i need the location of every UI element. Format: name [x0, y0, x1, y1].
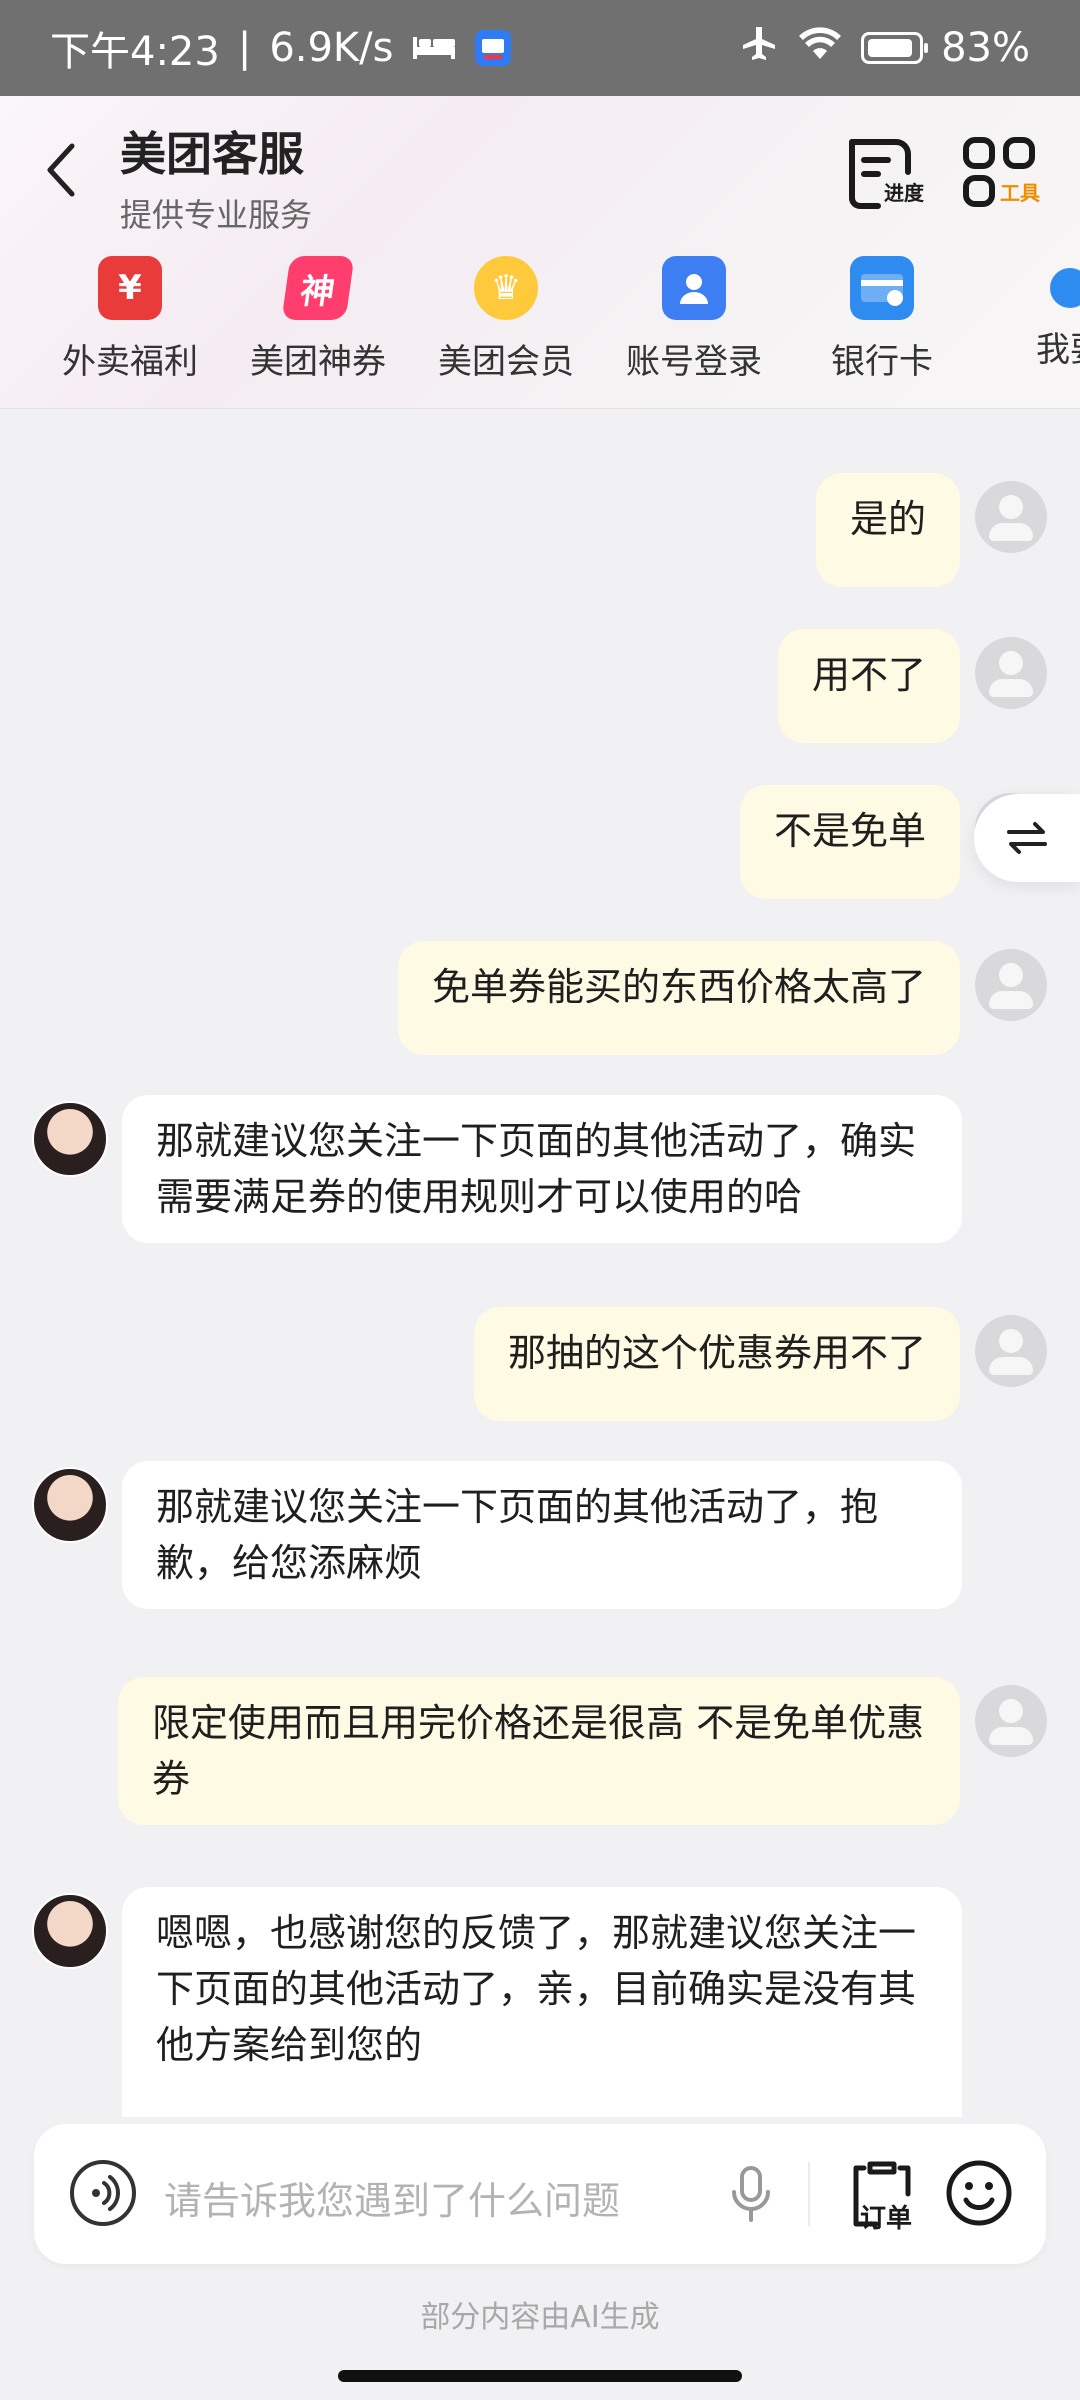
- message-text: 限定使用而且用完价格还是很高 不是免单优惠券: [152, 1701, 925, 1801]
- airplane-icon: [739, 23, 779, 73]
- header-titles: 美团客服 提供专业服务: [120, 118, 312, 236]
- user-message[interactable]: 是的: [815, 473, 960, 587]
- chat-messages: 是的 用不了 不是免单 免单券能买的东西价格太高了 那就建议您关注一下页面的其他…: [0, 409, 1080, 2117]
- home-indicator[interactable]: [338, 2370, 742, 2382]
- user-avatar: [975, 949, 1047, 1021]
- order-label: 订单: [860, 2204, 913, 2234]
- message-input[interactable]: 请告诉我您遇到了什么问题: [164, 2170, 620, 2225]
- quick-item-more[interactable]: 我要: [1000, 256, 1080, 383]
- tools-label: 工具: [1000, 181, 1040, 205]
- header-tools: 进度 工具: [844, 134, 1040, 214]
- quick-item-account-login[interactable]: 账号登录: [624, 256, 764, 383]
- microphone-button[interactable]: [726, 2162, 776, 2226]
- microphone-icon: [732, 2166, 770, 2222]
- status-left: 下午4:23 | 6.9K/s: [50, 19, 512, 77]
- quick-item-label: 美团神券: [250, 342, 386, 382]
- status-time: 下午4:23: [50, 29, 220, 75]
- agent-message[interactable]: 那就建议您关注一下页面的其他活动了，抱歉，给您添麻烦: [122, 1461, 962, 1609]
- tools-button[interactable]: 工具: [960, 134, 1040, 214]
- voice-mode-button[interactable]: [70, 2160, 136, 2226]
- agent-avatar: [32, 1893, 108, 1969]
- user-message[interactable]: 不是免单: [739, 785, 960, 899]
- user-message[interactable]: 那抽的这个优惠券用不了: [473, 1307, 960, 1421]
- emoji-button[interactable]: [944, 2158, 1014, 2228]
- page-title: 美团客服: [120, 127, 304, 181]
- quick-item-label: 银行卡: [831, 342, 933, 382]
- quick-item-bank-card[interactable]: 银行卡: [812, 256, 952, 383]
- message-text: 那就建议您关注一下页面的其他活动了，确实需要满足券的使用规则才可以使用的哈: [156, 1119, 917, 1219]
- page-subtitle: 提供专业服务: [120, 196, 313, 234]
- bank-card-icon: [850, 256, 914, 320]
- user-message[interactable]: 限定使用而且用完价格还是很高 不是免单优惠券: [118, 1677, 960, 1825]
- message-input-bar: 请告诉我您遇到了什么问题 订单: [34, 2124, 1046, 2264]
- message-text: 不是免单: [773, 809, 926, 853]
- message-text: 是的: [849, 497, 926, 541]
- status-bar: 下午4:23 | 6.9K/s 83%: [0, 0, 1080, 96]
- user-avatar: [975, 1685, 1047, 1757]
- message-text: 免单券能买的东西价格太高了: [431, 965, 926, 1009]
- battery-percent: 83%: [941, 25, 1030, 71]
- status-right: 83%: [739, 23, 1030, 73]
- quick-item-label: 美团会员: [438, 342, 574, 382]
- progress-label: 进度: [884, 181, 924, 205]
- status-divider: |: [237, 25, 252, 71]
- agent-avatar: [32, 1467, 108, 1543]
- message-text: 那就建议您关注一下页面的其他活动了，抱歉，给您添麻烦: [156, 1485, 879, 1585]
- back-button[interactable]: [40, 140, 80, 200]
- message-text: 那抽的这个优惠券用不了: [507, 1331, 926, 1375]
- user-message[interactable]: 用不了: [777, 629, 960, 743]
- member-planet-icon: ♛: [474, 256, 538, 320]
- order-button[interactable]: 订单: [842, 2154, 922, 2234]
- quick-item-label: 我要: [1036, 330, 1080, 370]
- progress-button[interactable]: 进度: [844, 134, 924, 214]
- agent-avatar: [32, 1101, 108, 1177]
- quick-item-super-coupon[interactable]: 神 美团神券: [248, 256, 388, 383]
- chevron-left-icon: [47, 143, 75, 197]
- message-text: 用不了: [811, 653, 926, 697]
- app-notification-icon: [475, 30, 512, 66]
- user-message[interactable]: 免单券能买的东西价格太高了: [397, 941, 960, 1055]
- sound-wave-icon: [92, 2175, 120, 2211]
- user-avatar: [975, 1315, 1047, 1387]
- account-icon: [662, 256, 726, 320]
- quick-item-takeout-benefits[interactable]: ¥ 外卖福利: [60, 256, 200, 383]
- quick-item-label: 外卖福利: [62, 342, 198, 382]
- status-net-speed: 6.9K/s: [269, 25, 394, 71]
- red-envelope-icon: ¥: [98, 256, 162, 320]
- input-divider: [808, 2162, 810, 2226]
- battery-icon: [861, 32, 929, 64]
- chat-header: 美团客服 提供专业服务 进度 工具 ¥ 外卖福利 神 美团神券 ♛ 美团会员 账…: [0, 96, 1080, 409]
- coupon-icon: 神: [281, 256, 355, 320]
- smiley-icon: [946, 2160, 1012, 2226]
- more-icon: [1050, 268, 1080, 308]
- agent-message[interactable]: 那就建议您关注一下页面的其他活动了，确实需要满足券的使用规则才可以使用的哈: [122, 1095, 962, 1243]
- user-avatar: [975, 481, 1047, 553]
- switch-toggle-button[interactable]: [974, 794, 1080, 882]
- swap-arrows-icon: [1007, 822, 1047, 854]
- quick-entries: ¥ 外卖福利 神 美团神券 ♛ 美团会员 账号登录 银行卡 我要: [60, 256, 1080, 383]
- user-avatar: [975, 637, 1047, 709]
- message-text: 嗯嗯，也感谢您的反馈了，那就建议您关注一下页面的其他活动了，亲，目前确实是没有其…: [156, 1911, 917, 2067]
- quick-item-membership[interactable]: ♛ 美团会员: [436, 256, 576, 383]
- bed-icon: [411, 25, 457, 71]
- ai-generated-note: 部分内容由AI生成: [420, 2300, 660, 2335]
- wifi-icon: [797, 25, 843, 71]
- quick-item-label: 账号登录: [626, 342, 762, 382]
- agent-message[interactable]: 嗯嗯，也感谢您的反馈了，那就建议您关注一下页面的其他活动了，亲，目前确实是没有其…: [122, 1887, 962, 2117]
